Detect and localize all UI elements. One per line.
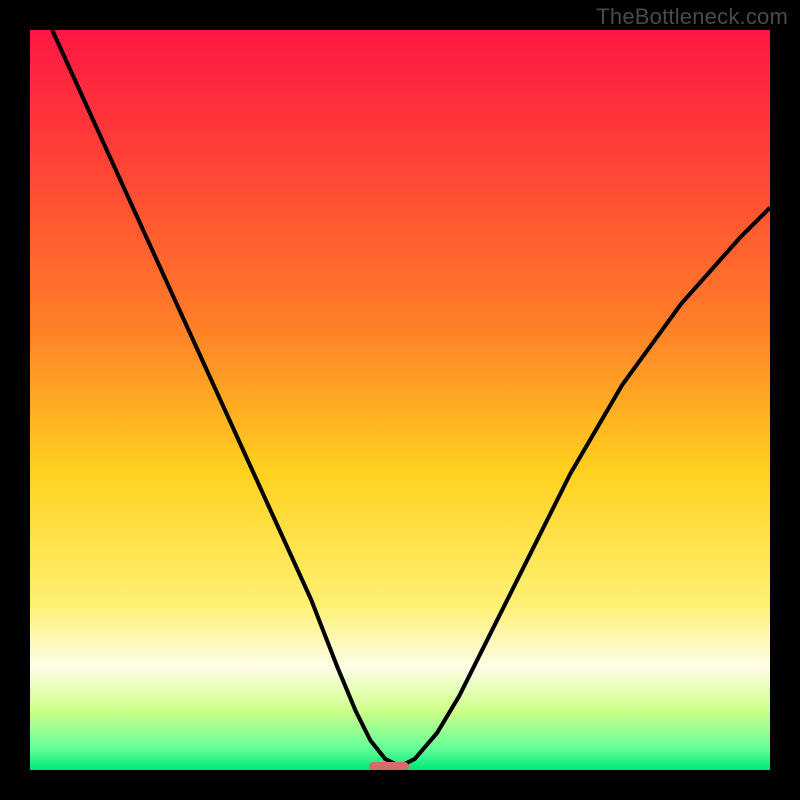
- watermark-text: TheBottleneck.com: [596, 4, 788, 30]
- curve-layer: [30, 30, 770, 770]
- plot-area: [30, 30, 770, 770]
- optimal-marker: [369, 762, 410, 770]
- chart-frame: TheBottleneck.com: [0, 0, 800, 800]
- bottleneck-curve: [52, 30, 770, 766]
